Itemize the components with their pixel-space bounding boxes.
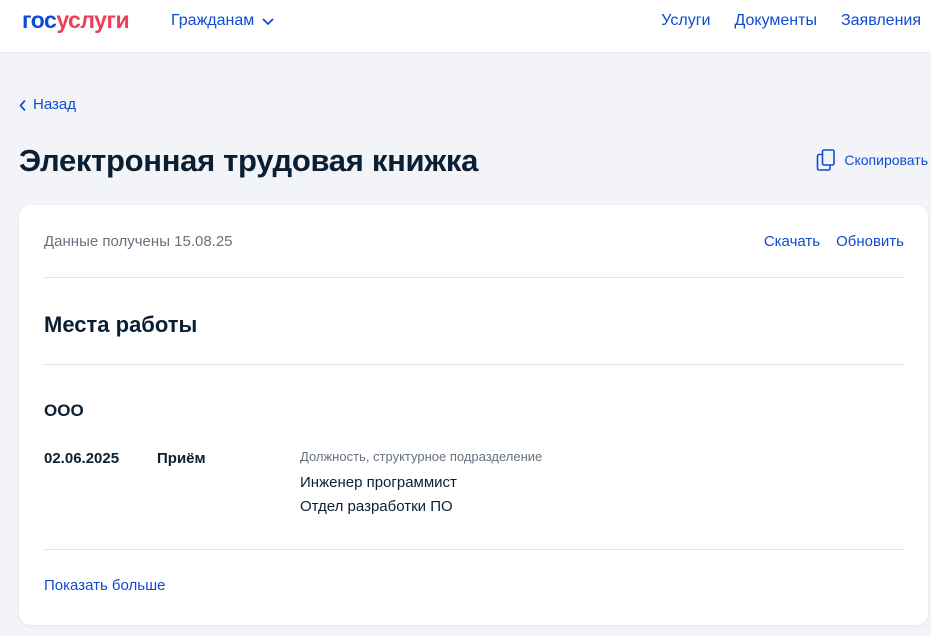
record-date: 02.06.2025 [44,450,120,467]
audience-dropdown[interactable]: Гражданам [171,11,274,31]
page-title: Электронная трудовая книжка [19,143,479,178]
audience-label: Гражданам [171,12,255,29]
card-header: Данные получены 15.08.25 Скачать Обновит… [44,232,904,252]
nav-applications[interactable]: Заявления [841,11,921,31]
chevron-down-icon [262,18,274,25]
copy-icon [817,149,836,171]
top-navigation: Услуги Документы Заявления [661,11,921,31]
nav-services[interactable]: Услуги [661,11,710,31]
back-label: Назад [33,96,76,113]
logo-part-gos: гос [22,7,57,33]
gosuslugi-logo[interactable]: госуслуги [22,7,130,33]
record-department: Отдел разработки ПО [300,498,453,515]
record-field-label: Должность, структурное подразделение [300,449,543,464]
nav-documents[interactable]: Документы [734,11,816,31]
data-received-date: Данные получены 15.08.25 [44,233,233,250]
divider [44,277,904,278]
divider [44,549,904,550]
show-more-link[interactable]: Показать больше [44,576,165,596]
site-header: госуслуги Гражданам Услуги Документы Зая… [0,0,931,53]
logo-part-uslugi: услуги [56,7,130,33]
record-type: Приём [157,450,206,467]
divider [44,364,904,365]
card-actions: Скачать Обновить [764,232,904,252]
refresh-link[interactable]: Обновить [836,232,904,252]
section-title-workplaces: Места работы [44,312,198,337]
employer-name: ООО [44,401,84,420]
copy-label: Скопировать [844,152,928,168]
work-record-card: Данные получены 15.08.25 Скачать Обновит… [19,205,928,625]
back-link[interactable]: Назад [19,95,76,115]
copy-button[interactable]: Скопировать [816,149,928,171]
chevron-left-icon [19,99,26,111]
record-position: Инженер программист [300,474,457,491]
download-link[interactable]: Скачать [764,232,820,252]
